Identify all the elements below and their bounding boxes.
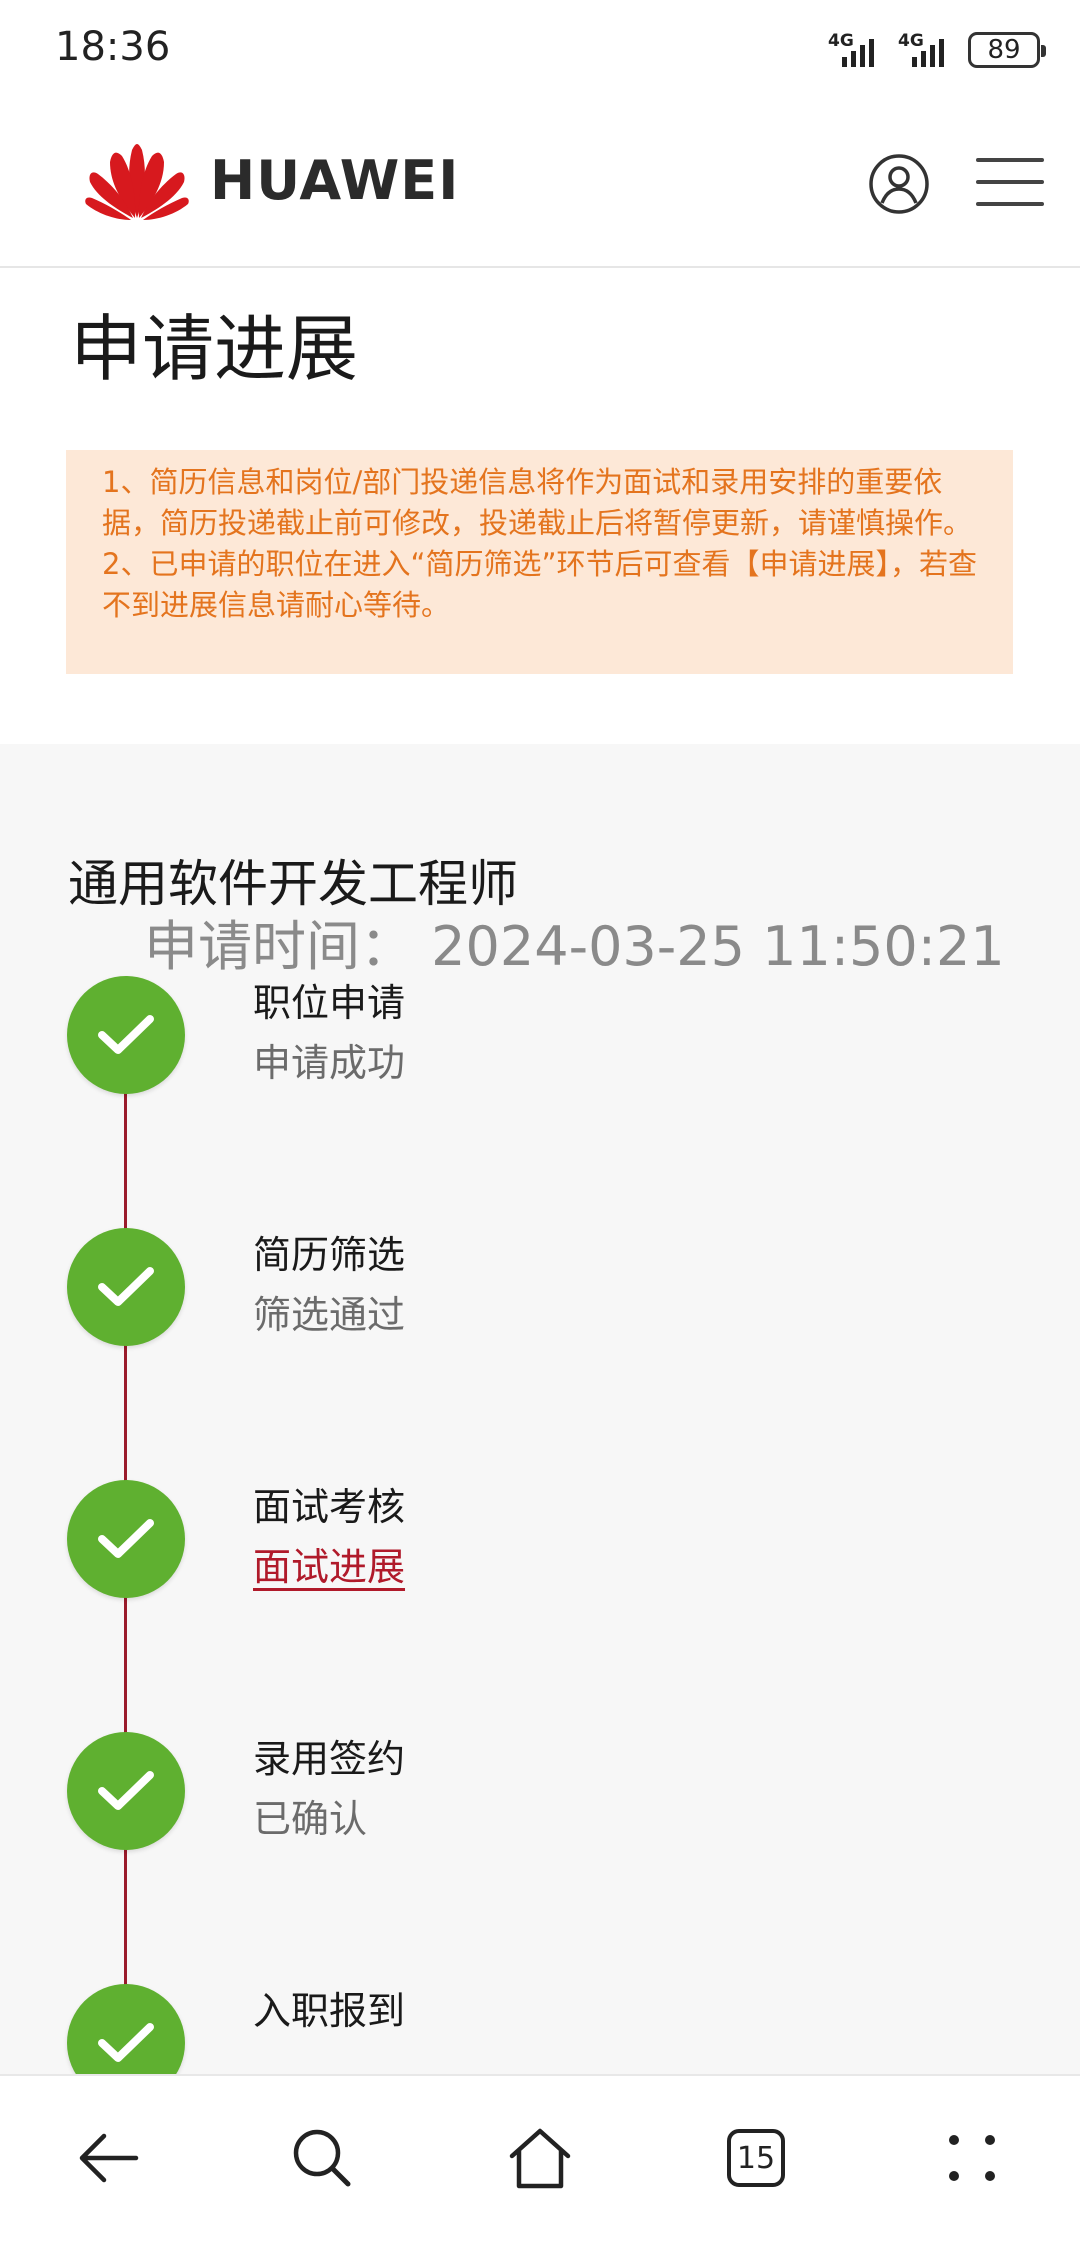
notice-box: 1、简历信息和岗位/部门投递信息将作为面试和录用安排的重要依据，简历投递截止前可… (66, 450, 1013, 674)
battery-icon: 89 (968, 32, 1046, 68)
notice-line: 2、已申请的职位在进入“简历筛选”环节后可查看【申请进展】，若查不到进展信息请耐… (102, 547, 977, 622)
step-status: 申请成功 (253, 1041, 406, 1085)
page-title: 申请进展 (70, 307, 359, 391)
timeline-step: 简历筛选 筛选通过 (67, 1228, 967, 1368)
site-header: HUAWEI (0, 100, 1080, 268)
more-dots-icon (949, 2135, 995, 2181)
status-icons: 4G 4G 89 (828, 30, 1046, 70)
timeline-step: 面试考核 面试进展 (67, 1480, 967, 1620)
home-button[interactable] (500, 2118, 580, 2198)
battery-level: 89 (987, 35, 1021, 65)
back-button[interactable] (68, 2118, 148, 2198)
check-icon (67, 976, 185, 1094)
brand-name: HUAWEI (210, 148, 460, 212)
check-icon (67, 1480, 185, 1598)
tabs-button[interactable]: 15 (716, 2118, 796, 2198)
step-name: 面试考核 (253, 1485, 406, 1529)
interview-progress-link[interactable]: 面试进展 (253, 1536, 405, 1591)
notice-line: 1、简历信息和岗位/部门投递信息将作为面试和录用安排的重要依据，简历投递截止前可… (102, 465, 973, 540)
huawei-logo[interactable]: HUAWEI (82, 138, 459, 222)
status-bar: 18:36 4G 4G 89 (0, 0, 1080, 100)
more-button[interactable] (932, 2118, 1012, 2198)
home-icon (509, 2128, 571, 2189)
check-icon (67, 1732, 185, 1850)
signal-icon: 4G (828, 31, 884, 69)
application-card: 通用软件开发工程师 申请时间： 2024-03-25 11:50:21 职位申请… (0, 744, 1080, 2102)
menu-button[interactable] (976, 158, 1044, 208)
tabs-count: 15 (727, 2129, 785, 2187)
user-icon (869, 154, 929, 214)
browser-bottom-nav: 15 (0, 2074, 1080, 2244)
apply-time: 申请时间： 2024-03-25 11:50:21 (144, 915, 1005, 978)
back-arrow-icon (79, 2133, 139, 2183)
step-status: 已确认 (253, 1797, 368, 1841)
signal-icon: 4G (898, 31, 954, 69)
step-status: 筛选通过 (253, 1293, 406, 1337)
user-account-button[interactable] (868, 153, 930, 215)
check-icon (67, 1228, 185, 1346)
timeline-step: 职位申请 申请成功 (67, 976, 967, 1116)
step-name: 职位申请 (253, 981, 406, 1025)
status-time: 18:36 (55, 24, 171, 70)
search-button[interactable] (282, 2118, 362, 2198)
huawei-petal-icon (85, 144, 189, 220)
timeline-step: 录用签约 已确认 (67, 1732, 967, 1872)
menu-icon (976, 158, 1044, 162)
step-name: 入职报到 (253, 1989, 406, 2033)
step-name: 简历筛选 (253, 1233, 406, 1277)
step-name: 录用签约 (253, 1737, 406, 1781)
search-icon (293, 2129, 351, 2187)
